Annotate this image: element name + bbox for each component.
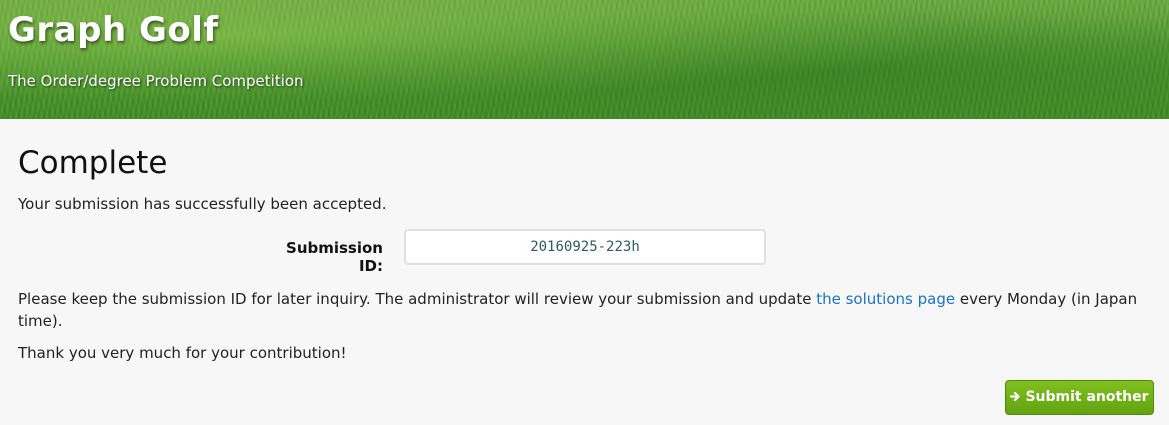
submission-id-label: Submission ID: bbox=[286, 239, 383, 275]
submission-id-row: Submission ID: 20160925-223h bbox=[18, 229, 1151, 275]
submit-another-label: Submit another bbox=[1025, 389, 1149, 405]
thanks-message: Thank you very much for your contributio… bbox=[18, 344, 347, 362]
site-title[interactable]: Graph Golf bbox=[8, 10, 219, 50]
solutions-page-link[interactable]: the solutions page bbox=[816, 290, 955, 308]
page-title: Complete bbox=[18, 145, 168, 181]
keep-id-text-before: Please keep the submission ID for later … bbox=[18, 290, 817, 308]
arrow-right-icon bbox=[1010, 381, 1021, 414]
main-content: Complete Your submission has successfull… bbox=[0, 119, 1169, 364]
keep-id-message: Please keep the submission ID for later … bbox=[18, 288, 1151, 332]
submission-id-field[interactable]: 20160925-223h bbox=[404, 229, 766, 265]
submit-another-button[interactable]: Submit another bbox=[1005, 380, 1154, 415]
site-subtitle: The Order/degree Problem Competition bbox=[8, 72, 304, 90]
header-banner: Graph Golf The Order/degree Problem Comp… bbox=[0, 0, 1169, 119]
accepted-message: Your submission has successfully been ac… bbox=[18, 195, 387, 213]
